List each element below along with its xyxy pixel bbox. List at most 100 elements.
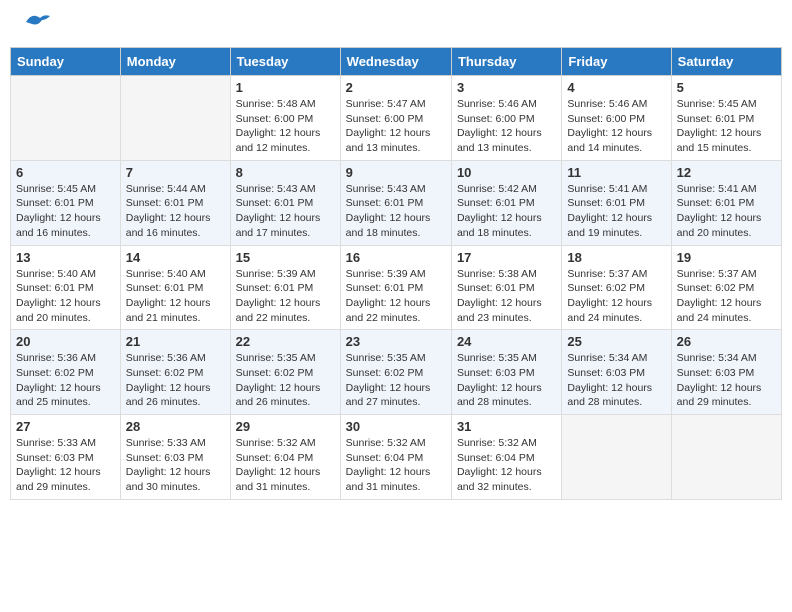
- calendar-cell: 10 Sunrise: 5:42 AM Sunset: 6:01 PM Dayli…: [451, 160, 561, 245]
- day-number: 22: [236, 334, 335, 349]
- day-number: 23: [346, 334, 446, 349]
- calendar-cell: 23 Sunrise: 5:35 AM Sunset: 6:02 PM Dayli…: [340, 330, 451, 415]
- day-info: Sunrise: 5:42 AM Sunset: 6:01 PM Dayligh…: [457, 182, 556, 241]
- day-info: Sunrise: 5:36 AM Sunset: 6:02 PM Dayligh…: [126, 351, 225, 410]
- calendar-cell: 2 Sunrise: 5:47 AM Sunset: 6:00 PM Daylig…: [340, 76, 451, 161]
- calendar-cell: 16 Sunrise: 5:39 AM Sunset: 6:01 PM Dayli…: [340, 245, 451, 330]
- day-info: Sunrise: 5:32 AM Sunset: 6:04 PM Dayligh…: [457, 436, 556, 495]
- calendar-cell: [562, 415, 671, 500]
- weekday-header-thursday: Thursday: [451, 48, 561, 76]
- day-number: 25: [567, 334, 665, 349]
- day-info: Sunrise: 5:44 AM Sunset: 6:01 PM Dayligh…: [126, 182, 225, 241]
- day-number: 21: [126, 334, 225, 349]
- day-number: 14: [126, 250, 225, 265]
- calendar-cell: 28 Sunrise: 5:33 AM Sunset: 6:03 PM Dayli…: [120, 415, 230, 500]
- day-number: 26: [677, 334, 776, 349]
- logo-bird-icon: [24, 12, 52, 34]
- day-info: Sunrise: 5:33 AM Sunset: 6:03 PM Dayligh…: [126, 436, 225, 495]
- calendar-cell: 8Sunrise: 5:43 AM Sunset: 6:01 PM Daylig…: [230, 160, 340, 245]
- calendar-cell: 18 Sunrise: 5:37 AM Sunset: 6:02 PM Dayli…: [562, 245, 671, 330]
- calendar-cell: 4 Sunrise: 5:46 AM Sunset: 6:00 PM Daylig…: [562, 76, 671, 161]
- weekday-header-saturday: Saturday: [671, 48, 781, 76]
- day-number: 31: [457, 419, 556, 434]
- calendar-cell: 22 Sunrise: 5:35 AM Sunset: 6:02 PM Dayli…: [230, 330, 340, 415]
- day-info: Sunrise: 5:36 AM Sunset: 6:02 PM Dayligh…: [16, 351, 115, 410]
- calendar-cell: 25 Sunrise: 5:34 AM Sunset: 6:03 PM Dayli…: [562, 330, 671, 415]
- day-number: 20: [16, 334, 115, 349]
- day-info: Sunrise: 5:45 AM Sunset: 6:01 PM Dayligh…: [677, 97, 776, 156]
- day-number: 8: [236, 165, 335, 180]
- weekday-header-sunday: Sunday: [11, 48, 121, 76]
- day-number: 3: [457, 80, 556, 95]
- day-number: 28: [126, 419, 225, 434]
- day-number: 2: [346, 80, 446, 95]
- day-info: Sunrise: 5:39 AM Sunset: 6:01 PM Dayligh…: [346, 267, 446, 326]
- calendar-cell: 12Sunrise: 5:41 AM Sunset: 6:01 PM Dayli…: [671, 160, 781, 245]
- day-info: Sunrise: 5:39 AM Sunset: 6:01 PM Dayligh…: [236, 267, 335, 326]
- day-number: 17: [457, 250, 556, 265]
- day-number: 9: [346, 165, 446, 180]
- calendar-table: SundayMondayTuesdayWednesdayThursdayFrid…: [10, 47, 782, 500]
- logo: [20, 20, 52, 34]
- calendar-cell: 14 Sunrise: 5:40 AM Sunset: 6:01 PM Dayli…: [120, 245, 230, 330]
- weekday-header-wednesday: Wednesday: [340, 48, 451, 76]
- day-number: 24: [457, 334, 556, 349]
- calendar-cell: 15 Sunrise: 5:39 AM Sunset: 6:01 PM Dayli…: [230, 245, 340, 330]
- day-number: 18: [567, 250, 665, 265]
- day-info: Sunrise: 5:38 AM Sunset: 6:01 PM Dayligh…: [457, 267, 556, 326]
- calendar-week-row: 1Sunrise: 5:48 AM Sunset: 6:00 PM Daylig…: [11, 76, 782, 161]
- day-info: Sunrise: 5:37 AM Sunset: 6:02 PM Dayligh…: [567, 267, 665, 326]
- day-info: Sunrise: 5:45 AM Sunset: 6:01 PM Dayligh…: [16, 182, 115, 241]
- day-number: 15: [236, 250, 335, 265]
- page-header: [10, 10, 782, 39]
- calendar-cell: [120, 76, 230, 161]
- day-info: Sunrise: 5:41 AM Sunset: 6:01 PM Dayligh…: [567, 182, 665, 241]
- calendar-cell: 27 Sunrise: 5:33 AM Sunset: 6:03 PM Dayli…: [11, 415, 121, 500]
- day-number: 16: [346, 250, 446, 265]
- calendar-cell: [11, 76, 121, 161]
- calendar-cell: 13Sunrise: 5:40 AM Sunset: 6:01 PM Dayli…: [11, 245, 121, 330]
- day-info: Sunrise: 5:40 AM Sunset: 6:01 PM Dayligh…: [16, 267, 115, 326]
- calendar-week-row: 27 Sunrise: 5:33 AM Sunset: 6:03 PM Dayli…: [11, 415, 782, 500]
- calendar-cell: 31 Sunrise: 5:32 AM Sunset: 6:04 PM Dayli…: [451, 415, 561, 500]
- day-info: Sunrise: 5:32 AM Sunset: 6:04 PM Dayligh…: [236, 436, 335, 495]
- weekday-header-friday: Friday: [562, 48, 671, 76]
- day-info: Sunrise: 5:32 AM Sunset: 6:04 PM Dayligh…: [346, 436, 446, 495]
- day-info: Sunrise: 5:37 AM Sunset: 6:02 PM Dayligh…: [677, 267, 776, 326]
- calendar-cell: 20 Sunrise: 5:36 AM Sunset: 6:02 PM Dayli…: [11, 330, 121, 415]
- day-number: 19: [677, 250, 776, 265]
- day-number: 11: [567, 165, 665, 180]
- calendar-cell: 30Sunrise: 5:32 AM Sunset: 6:04 PM Dayli…: [340, 415, 451, 500]
- calendar-cell: 9 Sunrise: 5:43 AM Sunset: 6:01 PM Daylig…: [340, 160, 451, 245]
- day-number: 5: [677, 80, 776, 95]
- day-info: Sunrise: 5:33 AM Sunset: 6:03 PM Dayligh…: [16, 436, 115, 495]
- day-info: Sunrise: 5:43 AM Sunset: 6:01 PM Dayligh…: [346, 182, 446, 241]
- day-number: 27: [16, 419, 115, 434]
- calendar-header-row: SundayMondayTuesdayWednesdayThursdayFrid…: [11, 48, 782, 76]
- day-info: Sunrise: 5:47 AM Sunset: 6:00 PM Dayligh…: [346, 97, 446, 156]
- day-info: Sunrise: 5:46 AM Sunset: 6:00 PM Dayligh…: [567, 97, 665, 156]
- day-info: Sunrise: 5:35 AM Sunset: 6:02 PM Dayligh…: [236, 351, 335, 410]
- calendar-cell: 11 Sunrise: 5:41 AM Sunset: 6:01 PM Dayli…: [562, 160, 671, 245]
- weekday-header-monday: Monday: [120, 48, 230, 76]
- day-info: Sunrise: 5:34 AM Sunset: 6:03 PM Dayligh…: [567, 351, 665, 410]
- day-info: Sunrise: 5:40 AM Sunset: 6:01 PM Dayligh…: [126, 267, 225, 326]
- calendar-cell: 29 Sunrise: 5:32 AM Sunset: 6:04 PM Dayli…: [230, 415, 340, 500]
- day-info: Sunrise: 5:35 AM Sunset: 6:02 PM Dayligh…: [346, 351, 446, 410]
- calendar-cell: 17 Sunrise: 5:38 AM Sunset: 6:01 PM Dayli…: [451, 245, 561, 330]
- calendar-week-row: 13Sunrise: 5:40 AM Sunset: 6:01 PM Dayli…: [11, 245, 782, 330]
- calendar-cell: 24Sunrise: 5:35 AM Sunset: 6:03 PM Dayli…: [451, 330, 561, 415]
- calendar-cell: 1Sunrise: 5:48 AM Sunset: 6:00 PM Daylig…: [230, 76, 340, 161]
- calendar-cell: 19 Sunrise: 5:37 AM Sunset: 6:02 PM Dayli…: [671, 245, 781, 330]
- calendar-cell: [671, 415, 781, 500]
- day-info: Sunrise: 5:46 AM Sunset: 6:00 PM Dayligh…: [457, 97, 556, 156]
- calendar-week-row: 6 Sunrise: 5:45 AM Sunset: 6:01 PM Daylig…: [11, 160, 782, 245]
- day-info: Sunrise: 5:34 AM Sunset: 6:03 PM Dayligh…: [677, 351, 776, 410]
- day-number: 1: [236, 80, 335, 95]
- day-number: 29: [236, 419, 335, 434]
- day-number: 10: [457, 165, 556, 180]
- day-number: 12: [677, 165, 776, 180]
- day-number: 4: [567, 80, 665, 95]
- day-number: 7: [126, 165, 225, 180]
- day-number: 6: [16, 165, 115, 180]
